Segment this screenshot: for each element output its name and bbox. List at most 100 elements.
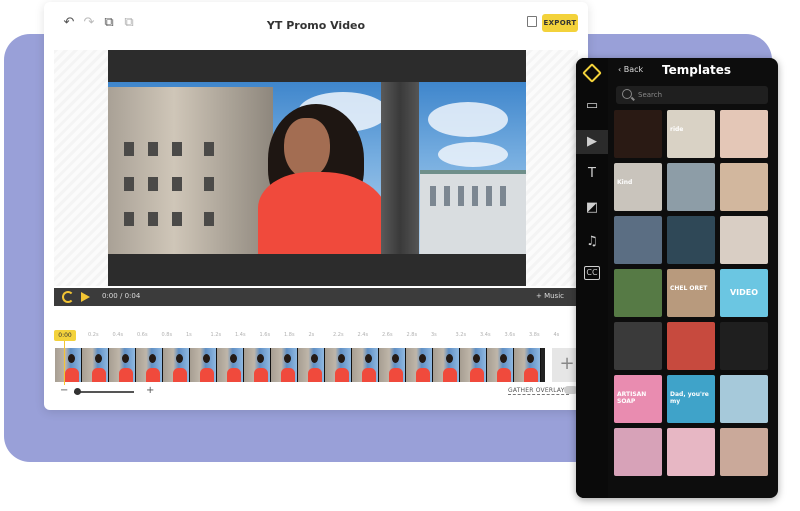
timeline-tick: 1.2s	[210, 332, 222, 338]
clip-frame-thumbnail	[325, 348, 352, 382]
timeline-tick: 1.6s	[259, 332, 271, 338]
subject-red-jacket	[258, 172, 388, 254]
timeline-clip[interactable]	[55, 348, 545, 382]
timeline-tick: 3s	[431, 332, 437, 338]
side-rail: ▭ ▶ T ◩ ♫ CC	[576, 58, 608, 498]
timeline-tick: 1.8s	[284, 332, 295, 338]
clip-frame-thumbnail	[271, 348, 298, 382]
timeline-ruler[interactable]: 0.2s 0.4s 0.6s 0.8s 1s 1.2s 1.4s 1.6s 1.8s 2s 2.2s…	[54, 332, 578, 342]
template-thumbnail[interactable]: ARTISAN SOAP	[614, 375, 662, 423]
text-icon[interactable]: T	[584, 166, 600, 182]
templates-panel: ▭ ▶ T ◩ ♫ CC ‹ Back Templates ride Kind CH…	[576, 58, 778, 498]
playhead[interactable]	[64, 341, 65, 385]
template-thumbnail[interactable]	[720, 322, 768, 370]
preview-stage	[54, 50, 578, 286]
playback-time: 0:00 / 0:04	[102, 292, 141, 300]
template-thumbnail[interactable]	[667, 216, 715, 264]
clip-frame-thumbnail	[487, 348, 514, 382]
template-thumbnail[interactable]	[720, 110, 768, 158]
timeline-tick: 2.6s	[382, 332, 393, 338]
player-controls: 0:00 / 0:04 + Music	[54, 288, 578, 306]
template-thumbnail[interactable]	[667, 428, 715, 476]
template-caption: ride	[670, 126, 684, 133]
replay-icon[interactable]	[62, 291, 74, 303]
play-icon[interactable]	[81, 292, 90, 302]
template-thumbnail[interactable]	[720, 375, 768, 423]
template-thumbnail[interactable]	[667, 163, 715, 211]
clip-frame-thumbnail	[460, 348, 487, 382]
clip-frame-thumbnail	[190, 348, 217, 382]
add-music-button[interactable]: + Music	[536, 292, 564, 300]
logo-icon	[582, 63, 602, 83]
playhead-label[interactable]: 0:00	[54, 330, 76, 341]
template-thumbnail[interactable]	[720, 216, 768, 264]
clip-frame-thumbnail	[244, 348, 271, 382]
project-title[interactable]: YT Promo Video	[44, 19, 588, 32]
template-thumbnail[interactable]	[720, 163, 768, 211]
clip-frame-thumbnail	[136, 348, 163, 382]
clip-frame-thumbnail	[433, 348, 460, 382]
clip-frame-thumbnail	[82, 348, 109, 382]
timeline-tick: 3.8s	[529, 332, 540, 338]
template-thumbnail[interactable]	[614, 428, 662, 476]
panel-title: Templates	[662, 63, 732, 77]
template-thumbnail[interactable]: Kind	[614, 163, 662, 211]
timeline-tick: 0.6s	[137, 332, 148, 338]
clip-frame-thumbnail	[406, 348, 433, 382]
clip-frame-thumbnail	[217, 348, 244, 382]
template-thumbnail[interactable]	[720, 428, 768, 476]
captions-icon[interactable]: CC	[584, 266, 600, 280]
search-input[interactable]	[638, 89, 762, 101]
clip-frame-thumbnail	[379, 348, 406, 382]
back-button[interactable]: ‹ Back	[618, 65, 643, 74]
timeline-tick: 2s	[308, 332, 315, 338]
template-thumbnail[interactable]	[614, 216, 662, 264]
timeline-tick: 3.4s	[480, 332, 491, 338]
video-preview[interactable]	[108, 82, 526, 254]
clip-frame-thumbnail	[352, 348, 379, 382]
save-icon[interactable]	[527, 16, 537, 27]
template-thumbnail[interactable]	[614, 269, 662, 317]
timeline-tick: 2.2s	[333, 332, 344, 338]
timeline-tick: 2.8s	[406, 332, 418, 338]
timeline-tick: 0.4s	[112, 332, 124, 338]
timeline-tick: 3.6s	[504, 332, 516, 338]
timeline-tick: 1.4s	[235, 332, 246, 338]
clip-frame-thumbnail	[163, 348, 190, 382]
search-icon	[622, 89, 632, 99]
zoom-slider[interactable]	[74, 391, 134, 393]
timeline-tick: 4s	[553, 332, 560, 338]
clip-frame-thumbnail	[298, 348, 325, 382]
clip-frame-thumbnail	[109, 348, 136, 382]
subject-face	[284, 118, 330, 178]
timeline-tick: 1s	[186, 332, 192, 338]
editor-window: ↶ ↷ ⧉ ⧉ YT Promo Video EXPORT 0:00 / 0:0…	[44, 2, 588, 410]
template-thumbnail[interactable]: Dad, you're my	[667, 375, 715, 423]
template-caption: ARTISAN SOAP	[617, 391, 647, 405]
gather-overlays-label: GATHER OVERLAYS	[508, 387, 569, 395]
clip-frame-thumbnail	[55, 348, 82, 382]
template-caption: Kind	[617, 179, 633, 186]
timeline-tick: 3.2s	[455, 332, 467, 338]
template-caption: Dad, you're my	[670, 391, 709, 405]
zoom-in-button[interactable]: +	[146, 385, 154, 396]
template-thumbnail[interactable]: CHEL ORET	[667, 269, 715, 317]
template-caption: CHEL ORET	[670, 285, 708, 292]
folder-upload-icon[interactable]: ▭	[584, 98, 600, 114]
timeline-tick: 0.8s	[161, 332, 173, 338]
zoom-slider-handle[interactable]	[74, 388, 81, 395]
template-thumbnail[interactable]	[667, 322, 715, 370]
template-thumbnail[interactable]	[614, 322, 662, 370]
template-thumbnail[interactable]: VIDEO	[720, 269, 768, 317]
music-icon[interactable]: ♫	[584, 234, 600, 250]
video-templates-icon[interactable]: ▶	[584, 134, 600, 150]
zoom-out-button[interactable]: −	[60, 385, 68, 396]
template-caption: VIDEO	[729, 288, 759, 297]
export-button[interactable]: EXPORT	[542, 14, 578, 32]
shapes-icon[interactable]: ◩	[584, 200, 600, 216]
pole	[381, 82, 419, 254]
template-thumbnail[interactable]	[614, 110, 662, 158]
clip-frame-thumbnail	[514, 348, 541, 382]
template-thumbnail[interactable]: ride	[667, 110, 715, 158]
building-left	[108, 87, 273, 254]
